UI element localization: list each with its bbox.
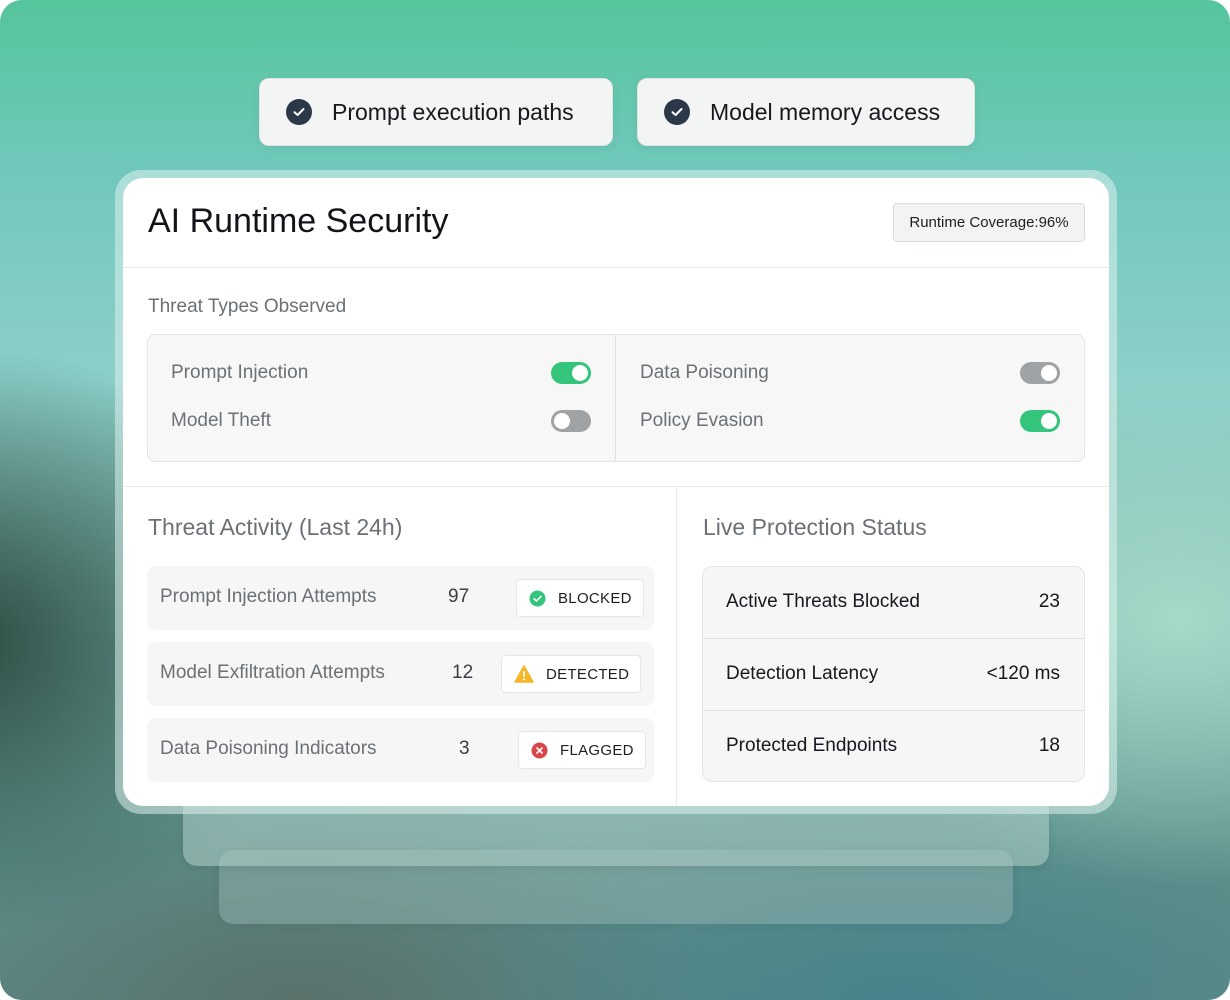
live-row: Protected Endpoints 18 — [703, 711, 1084, 781]
runtime-coverage-badge: Runtime Coverage:96% — [893, 203, 1085, 242]
live-row-value: <120 ms — [986, 663, 1060, 684]
live-row-value: 18 — [1038, 735, 1060, 756]
chip-label: Prompt execution paths — [332, 98, 574, 125]
status-badge: DETECTED — [501, 655, 642, 693]
live-protection-panel: Active Threats Blocked 23 Detection Late… — [702, 566, 1085, 782]
toggle-model-theft[interactable] — [551, 410, 591, 432]
activity-row: Data Poisoning Indicators 3 FLAGGED — [147, 718, 654, 782]
live-row-name: Detection Latency — [726, 663, 879, 684]
threat-type-label-model-theft: Model Theft — [171, 410, 271, 431]
runtime-security-card: AI Runtime Security Runtime Coverage:96%… — [123, 178, 1109, 806]
toggle-knob — [1041, 365, 1057, 381]
status-label: BLOCKED — [558, 589, 632, 607]
status-badge: FLAGGED — [518, 731, 646, 769]
divider — [615, 335, 616, 461]
live-row: Active Threats Blocked 23 — [703, 567, 1084, 639]
status-label: FLAGGED — [560, 741, 634, 759]
check-circle-icon — [529, 590, 546, 607]
toggle-policy-evasion[interactable] — [1020, 410, 1060, 432]
activity-count: 12 — [452, 662, 474, 683]
divider — [676, 487, 677, 806]
live-row-name: Active Threats Blocked — [726, 591, 920, 612]
activity-count: 97 — [448, 586, 470, 607]
live-row-value: 23 — [1038, 591, 1060, 612]
card-header: AI Runtime Security Runtime Coverage:96% — [123, 178, 1109, 268]
check-circle-icon — [664, 99, 690, 125]
x-circle-icon — [531, 742, 548, 759]
status-label: DETECTED — [546, 665, 630, 683]
card-title: AI Runtime Security — [148, 202, 449, 240]
activity-name: Model Exfiltration Attempts — [160, 662, 385, 683]
activity-name: Data Poisoning Indicators — [160, 738, 377, 759]
divider — [123, 486, 1109, 487]
live-row-name: Protected Endpoints — [726, 735, 898, 756]
warning-triangle-icon — [514, 665, 534, 683]
toggle-data-poisoning[interactable] — [1020, 362, 1060, 384]
chip-label: Model memory access — [710, 98, 941, 125]
live-protection-title: Live Protection Status — [703, 514, 927, 540]
activity-count: 3 — [459, 738, 470, 759]
toggle-knob — [554, 413, 570, 429]
activity-name: Prompt Injection Attempts — [160, 586, 377, 607]
toggle-prompt-injection[interactable] — [551, 362, 591, 384]
check-circle-icon — [286, 99, 312, 125]
toggle-knob — [572, 365, 588, 381]
status-badge: BLOCKED — [516, 579, 644, 617]
feature-chip-prompt-execution: Prompt execution paths — [259, 78, 613, 146]
live-row: Detection Latency <120 ms — [703, 639, 1084, 711]
toggle-knob — [1041, 413, 1057, 429]
threat-type-label-data-poisoning: Data Poisoning — [640, 362, 769, 383]
activity-row: Model Exfiltration Attempts 12 DETECTED — [147, 642, 654, 706]
feature-chip-model-memory: Model memory access — [637, 78, 975, 146]
threat-activity-title: Threat Activity (Last 24h) — [148, 514, 403, 540]
threat-types-label: Threat Types Observed — [148, 296, 347, 317]
threat-type-label-policy-evasion: Policy Evasion — [640, 410, 764, 431]
activity-row: Prompt Injection Attempts 97 BLOCKED — [147, 566, 654, 630]
threat-type-label-prompt-injection: Prompt Injection — [171, 362, 309, 383]
threat-types-panel: Prompt Injection Data Poisoning Model Th… — [147, 334, 1085, 462]
